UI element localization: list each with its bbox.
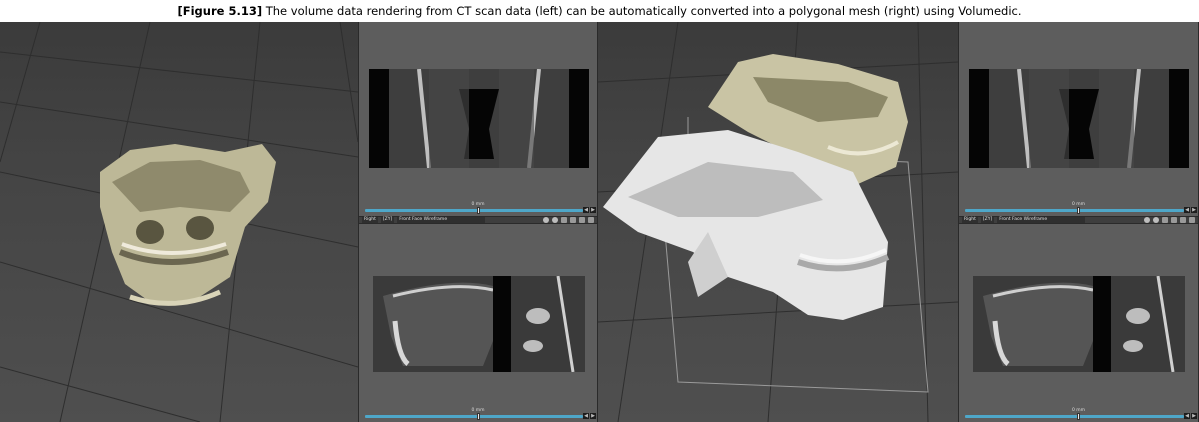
sagittal-slice-drawing [373,276,585,372]
coronal-slice-drawing [989,69,1169,168]
top-slice-slider-left[interactable]: 0 mm ◀ ▶ [359,202,597,216]
bottom-slice-slider-left[interactable]: 0 mm ◀ ▶ [359,408,597,422]
slider-thumb[interactable] [477,413,480,420]
slice-views-right: 0 mm ◀ ▶ Right [ZY] Front Face Wireframe [958,22,1199,422]
sagittal-slice-image [973,276,1185,372]
top-slice-slider-right[interactable]: 0 mm ◀ ▶ [959,202,1198,216]
camera-icon[interactable] [1189,217,1195,223]
slider-thumb[interactable] [1077,413,1080,420]
sagittal-viewport-left[interactable] [359,224,597,422]
render-icon[interactable] [1180,217,1186,223]
step-back-icon[interactable]: ◀ [1184,207,1190,213]
step-forward-icon[interactable]: ▶ [590,207,596,213]
sagittal-viewport-right[interactable] [959,224,1198,422]
step-forward-icon[interactable]: ▶ [590,413,596,419]
slider-track[interactable] [365,415,583,418]
figure-caption: [Figure 5.13] The volume data rendering … [0,0,1199,22]
slider-step-buttons: ◀ ▶ [1184,207,1197,213]
coronal-slice-drawing [389,69,569,168]
slice-views-left: 0 mm ◀ ▶ Right [ZY] Front Face Wireframe [358,22,598,422]
slider-track[interactable] [965,415,1184,418]
sagittal-slice-image [373,276,585,372]
move-icon[interactable] [543,217,549,223]
step-back-icon[interactable]: ◀ [1184,413,1190,419]
render-icon[interactable] [579,217,585,223]
slider-track[interactable] [965,209,1184,212]
step-back-icon[interactable]: ◀ [583,413,589,419]
axis-dropdown[interactable]: [ZY] [380,217,395,223]
caption-text: The volume data rendering from CT scan d… [265,4,1022,18]
coronal-viewport-left[interactable] [359,22,597,217]
step-forward-icon[interactable]: ▶ [1191,207,1197,213]
move-icon[interactable] [1144,217,1150,223]
figure-label: [Figure 5.13] [177,4,263,18]
slider-step-buttons: ◀ ▶ [583,413,596,419]
shading-dropdown[interactable]: Front Face Wireframe [397,217,486,223]
view-select[interactable]: Right [362,217,378,223]
rotate-icon[interactable] [552,217,558,223]
coronal-viewport-right[interactable] [959,22,1198,217]
viewport-toolbar-right: Right [ZY] Front Face Wireframe [959,216,1198,224]
mesh-render-viewport[interactable] [598,22,958,422]
slider-step-buttons: ◀ ▶ [1184,413,1197,419]
slider-track[interactable] [365,209,583,212]
mesh-render-scene [598,22,958,422]
view-select[interactable]: Right [962,217,978,223]
slider-thumb[interactable] [1077,207,1080,214]
slider-step-buttons: ◀ ▶ [583,207,596,213]
shading-dropdown[interactable]: Front Face Wireframe [997,217,1086,223]
maximize-icon[interactable] [570,217,576,223]
coronal-slice-image [369,69,589,168]
step-back-icon[interactable]: ◀ [583,207,589,213]
volume-render-scene [0,22,358,422]
rotate-icon[interactable] [1153,217,1159,223]
maximize-icon[interactable] [1171,217,1177,223]
sagittal-slice-drawing [973,276,1185,372]
camera-icon[interactable] [588,217,594,223]
step-forward-icon[interactable]: ▶ [1191,413,1197,419]
axis-dropdown[interactable]: [ZY] [980,217,995,223]
zoom-icon[interactable] [1162,217,1168,223]
viewport-toolbar-left: Right [ZY] Front Face Wireframe [359,216,597,224]
volume-render-viewport[interactable] [0,22,358,422]
volume-skull-jaw [100,144,276,306]
bottom-slice-slider-right[interactable]: 0 mm ◀ ▶ [959,408,1198,422]
slider-thumb[interactable] [477,207,480,214]
coronal-slice-image [969,69,1189,168]
zoom-icon[interactable] [561,217,567,223]
